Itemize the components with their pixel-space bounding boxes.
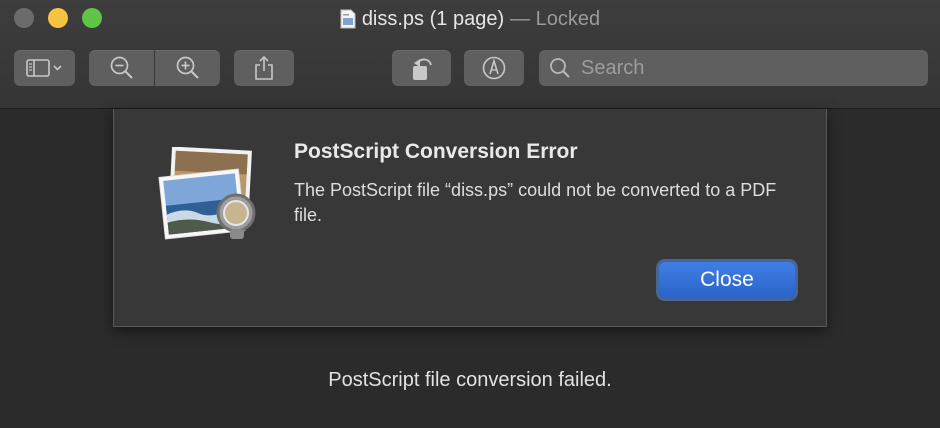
dialog-message: The PostScript file “diss.ps” could not … [294, 180, 777, 225]
preview-app-icon [158, 147, 256, 240]
sidebar-icon [25, 59, 62, 77]
rotate-button[interactable] [392, 50, 451, 86]
window-title-text: diss.ps (1 page) [361, 7, 505, 30]
markup-pen-icon [482, 56, 506, 80]
window-title: diss.ps (1 page) — Locked [0, 5, 940, 33]
dialog-title: PostScript Conversion Error [294, 140, 578, 163]
zoom-out-icon [110, 56, 133, 79]
share-icon [255, 55, 273, 80]
status-message: PostScript file conversion failed. [328, 369, 612, 391]
close-button[interactable]: Close [659, 262, 795, 298]
conversion-error-dialog: PostScript Conversion Error The PostScri… [113, 109, 827, 327]
zoom-out-button[interactable] [89, 50, 154, 86]
search-input[interactable] [579, 55, 913, 81]
markup-button[interactable] [464, 50, 524, 86]
share-button[interactable] [234, 50, 294, 86]
rotate-left-icon [412, 58, 432, 80]
search-field[interactable] [539, 50, 928, 86]
title-toolbar-area: diss.ps (1 page) — Locked [0, 0, 940, 109]
search-icon [550, 58, 570, 78]
preview-window: diss.ps (1 page) — Locked Search PostScr… [0, 0, 940, 428]
locked-label: — Locked [510, 7, 601, 30]
sidebar-toggle-button[interactable] [14, 50, 75, 86]
document-icon [340, 9, 356, 29]
zoom-in-button[interactable] [155, 50, 220, 86]
zoom-in-icon [176, 56, 199, 79]
